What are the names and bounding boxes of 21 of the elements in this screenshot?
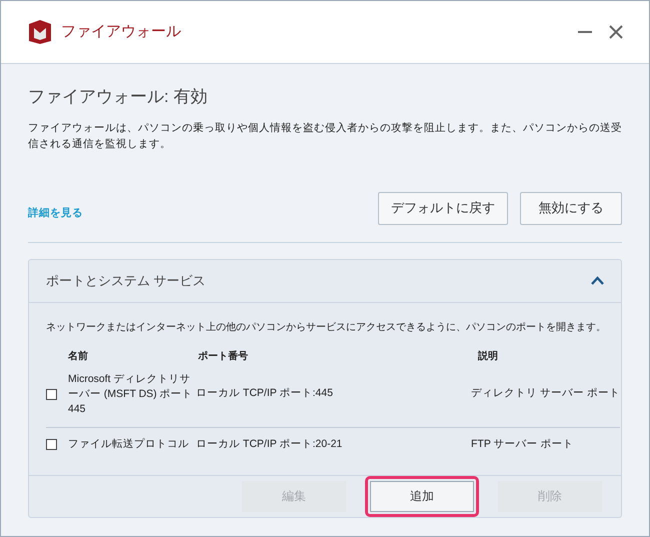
port-description: ディレクトリ サーバー ポート	[471, 386, 620, 402]
status-description: ファイアウォールは、パソコンの乗っ取りや個人情報を盗む侵入者からの攻撃を阻止します。また、パソコンからの送受信される通信を監視します。	[28, 120, 622, 152]
shield-logo-icon	[27, 19, 53, 45]
port-number: ローカル TCP/IP ポート:445	[196, 386, 334, 402]
column-header: 名前	[68, 350, 89, 364]
port-number: ローカル TCP/IP ポート:20-21	[196, 436, 344, 452]
panel-button[interactable]: 追加	[370, 480, 474, 512]
row-checkbox[interactable]	[46, 388, 57, 400]
port-name: Microsoft ディレクトリサーバー (MSFT DS) ポート 445	[68, 372, 194, 416]
port-description: FTP サーバー ポート	[471, 436, 574, 452]
window-title: ファイアウォール	[61, 22, 181, 42]
column-header: ポート番号	[198, 350, 249, 364]
panel-header[interactable]: ポートとシステム サービス	[29, 260, 621, 302]
action-button[interactable]: デフォルトに戻す	[378, 192, 508, 224]
port-name: ファイル転送プロトコル	[68, 436, 190, 452]
status-title: ファイアウォール: 有効	[28, 86, 208, 108]
panel-description: ネットワークまたはインターネット上の他のパソコンからサービスにアクセスできるように、パソコンのポートを開きます。	[46, 320, 607, 334]
row-checkbox[interactable]	[46, 438, 57, 450]
action-button[interactable]: 無効にする	[520, 192, 622, 224]
close-icon[interactable]	[609, 25, 623, 39]
column-header: 説明	[478, 350, 498, 364]
